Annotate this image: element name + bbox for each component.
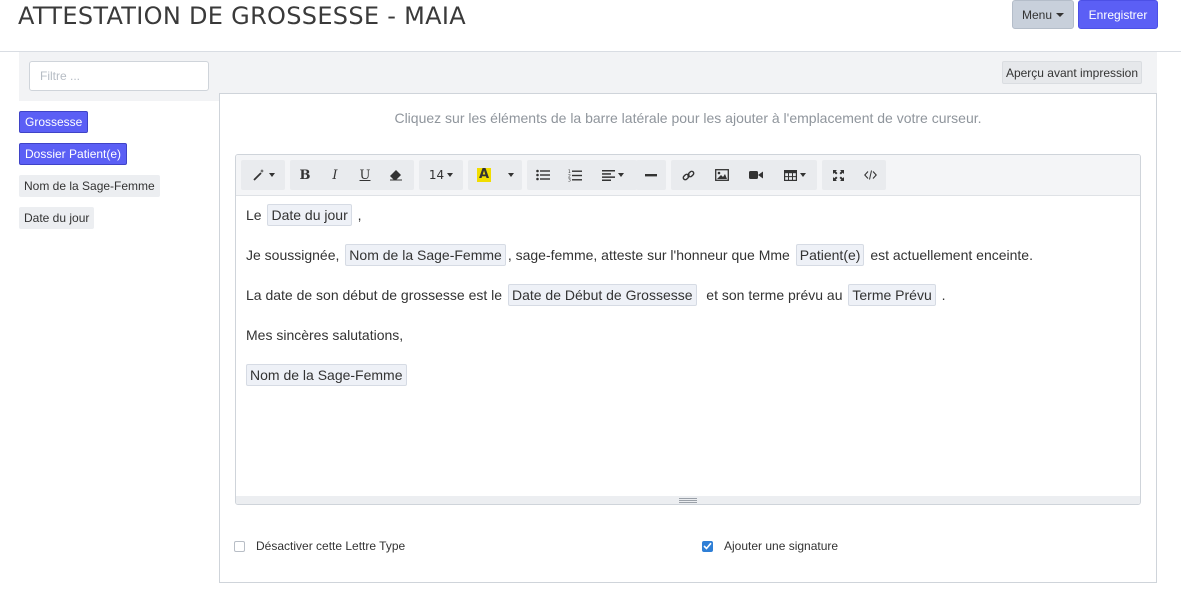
placeholder-nom-sage-femme[interactable]: Nom de la Sage-Femme: [345, 244, 506, 266]
editor-hint: Cliquez sur les éléments de la barre lat…: [394, 110, 982, 126]
signature-checkbox[interactable]: [702, 540, 713, 552]
text-fragment: La date de son début de grossesse est le: [246, 287, 503, 303]
svg-text:3: 3: [568, 177, 571, 181]
toolbar-group-misc: [822, 160, 886, 190]
sidebar-tag-grossesse[interactable]: Grossesse: [19, 111, 89, 133]
magic-icon[interactable]: [241, 160, 285, 190]
toolbar-group-style: [241, 160, 285, 190]
toolbar-group-insert: [671, 160, 817, 190]
image-icon[interactable]: [705, 160, 739, 190]
eraser-icon[interactable]: [380, 160, 412, 190]
placeholder-date-debut-grossesse[interactable]: Date de Début de Grossesse: [507, 284, 697, 306]
placeholder-terme-prevu[interactable]: Terme Prévu: [848, 284, 936, 306]
font-size-select[interactable]: 14: [419, 160, 463, 190]
text-fragment: Le: [246, 207, 262, 223]
signature-label: Ajouter une signature: [724, 539, 839, 553]
placeholder-nom-sage-femme[interactable]: Nom de la Sage-Femme: [246, 364, 407, 386]
font-color-icon[interactable]: A: [468, 160, 500, 190]
disable-letter-label: Désactiver cette Lettre Type: [256, 539, 406, 553]
signature-option[interactable]: Ajouter une signature: [702, 538, 838, 554]
menu-button[interactable]: Menu: [1012, 0, 1074, 29]
letter-line-4: Mes sincères salutations,: [246, 327, 404, 343]
placeholder-patient[interactable]: Patient(e): [795, 244, 865, 266]
color-dropdown[interactable]: [500, 160, 522, 190]
text-fragment: et son terme prévu au: [706, 287, 843, 303]
rich-text-editor: B I U 14 A 123 Le Date du jour , Je sous…: [235, 154, 1141, 505]
disable-letter-option[interactable]: Désactiver cette Lettre Type: [234, 538, 405, 554]
toolbar-group-hr: [636, 160, 666, 190]
filter-input[interactable]: [29, 61, 209, 91]
text-fragment: Je soussignée,: [246, 247, 340, 263]
sidebar-tag-date-du-jour[interactable]: Date du jour: [19, 207, 95, 229]
text-fragment: , sage-femme, atteste sur l'honneur que …: [507, 247, 790, 263]
table-icon[interactable]: [773, 160, 817, 190]
italic-icon[interactable]: I: [320, 160, 350, 190]
letter-line-5: Nom de la Sage-Femme: [246, 363, 409, 387]
text-fragment: .: [941, 287, 946, 303]
align-icon[interactable]: [591, 160, 635, 190]
underline-icon[interactable]: U: [350, 160, 380, 190]
chevron-down-icon: [1056, 12, 1065, 17]
sidebar-tag-nom-sage-femme[interactable]: Nom de la Sage-Femme: [19, 175, 160, 197]
editor-toolbar: B I U 14 A 123: [236, 155, 1140, 196]
fullscreen-icon[interactable]: [822, 160, 854, 190]
page-title: ATTESTATION DE GROSSESSE - MAIA: [18, 2, 466, 30]
ordered-list-icon[interactable]: 123: [559, 160, 591, 190]
check-icon: [703, 542, 712, 550]
video-icon[interactable]: [739, 160, 773, 190]
bold-icon[interactable]: B: [290, 160, 320, 190]
toolbar-group-fontsize: 14: [419, 160, 463, 190]
menu-button-label: Menu: [1021, 7, 1053, 22]
resize-grip-icon[interactable]: [679, 498, 697, 503]
sidebar-tag-dossier-patient[interactable]: Dossier Patient(e): [19, 143, 128, 165]
letter-line-1: Le Date du jour ,: [246, 203, 362, 227]
disable-letter-checkbox[interactable]: [234, 540, 245, 552]
print-preview-button[interactable]: Aperçu avant impression: [1002, 61, 1142, 84]
bullet-list-icon[interactable]: [527, 160, 559, 190]
link-icon[interactable]: [671, 160, 705, 190]
save-button[interactable]: Enregistrer: [1078, 0, 1158, 29]
toolbar-group-paragraph: 123: [527, 160, 637, 190]
toolbar-group-color: A: [468, 160, 522, 190]
letter-line-3: La date de son début de grossesse est le…: [246, 283, 946, 307]
letter-line-2: Je soussignée, Nom de la Sage-Femme, sag…: [246, 243, 1033, 267]
placeholder-date-du-jour[interactable]: Date du jour: [267, 204, 352, 226]
font-size-value: 14: [428, 168, 445, 182]
code-view-icon[interactable]: [854, 160, 886, 190]
text-fragment: est actuellement enceinte.: [870, 247, 1033, 263]
editor-resize-bar[interactable]: [236, 496, 1140, 504]
horizontal-rule-icon[interactable]: [636, 160, 666, 190]
toolbar-group-font: B I U: [290, 160, 414, 190]
text-fragment: ,: [357, 207, 362, 223]
editor-content[interactable]: Le Date du jour , Je soussignée, Nom de …: [236, 196, 1140, 496]
font-color-letter: A: [476, 167, 492, 182]
